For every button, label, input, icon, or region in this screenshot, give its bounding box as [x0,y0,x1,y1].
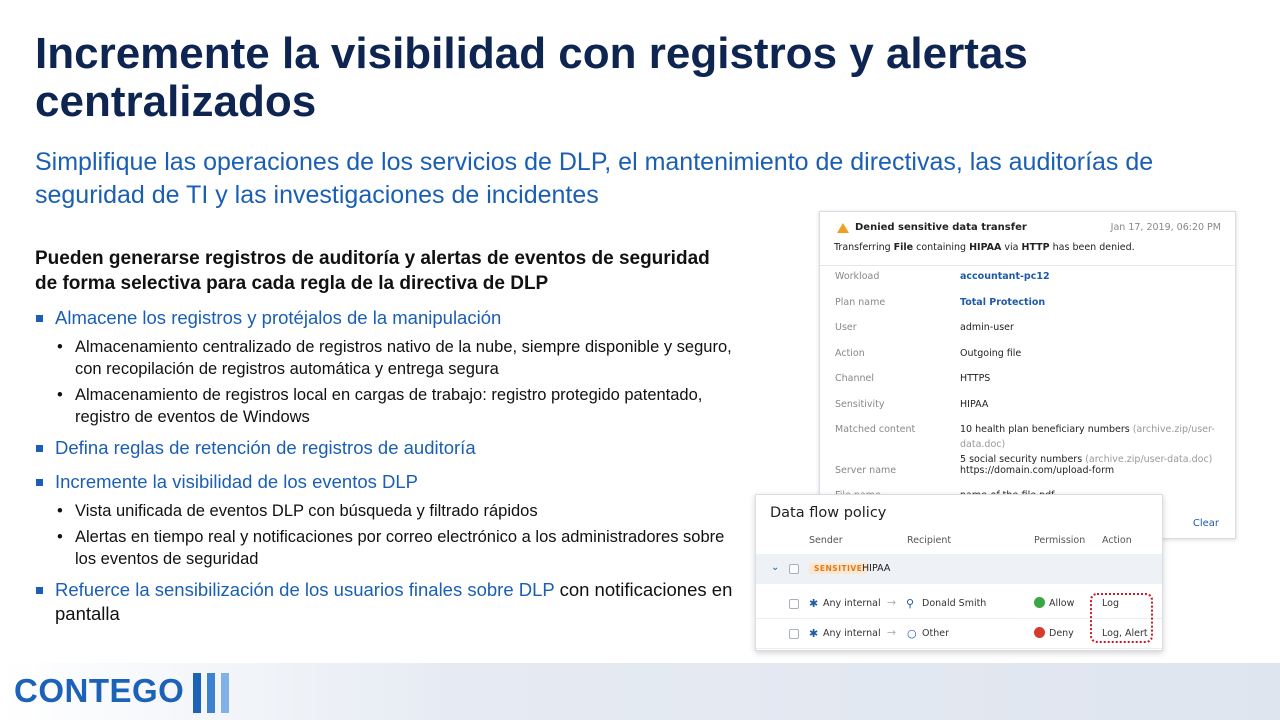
slide-subtitle: Simplifique las operaciones de los servi… [35,148,1154,209]
table-header: Sender Recipient Permission Action [756,531,1162,551]
allow-check-icon [1034,597,1045,608]
bullet-1-sub-2: • Almacenamiento de registros local en ca… [57,386,703,426]
chevron-down-icon[interactable]: ⌄ [771,562,779,573]
user-icon: ⚲ [906,597,915,610]
logo-bar-icon [193,673,201,713]
footer-band [0,663,1280,720]
logo-bar-icon [207,673,215,713]
bullet-3: Incremente la visibilidad de los eventos… [35,470,735,494]
row-checkbox[interactable] [789,564,799,574]
event-card-header: Denied sensitive data transfer Jan 17, 2… [820,212,1235,266]
asterisk-icon: ✱ [809,597,819,610]
arrow-right-icon: → [887,626,897,639]
field-label: Sensitivity [835,399,885,410]
field-label: User [835,322,857,333]
bullet-3-sub-2-text: Alertas en tiempo real y notificaciones … [75,528,725,568]
square-bullet-icon [36,479,43,486]
recipient-cell: Donald Smith [922,598,987,609]
bullet-3-sub-1: • Vista unificada de eventos DLP con búsq… [57,502,538,520]
group-name: HIPAA [862,563,891,574]
sender-cell: Any internal [823,598,881,609]
column-header-action: Action [1102,535,1132,546]
field-label: Action [835,348,865,359]
bullet-3-sub-1-text: Vista unificada de eventos DLP con búsqu… [75,502,538,520]
field-label: Workload [835,271,880,282]
field-value: admin-user [960,322,1014,333]
row-checkbox[interactable] [789,599,799,609]
deny-x-icon [1034,627,1045,638]
bullet-1: Almacene los registros y protéjalos de l… [35,306,735,330]
event-message: Transferring File containing HIPAA via H… [834,242,1135,253]
field-label: Plan name [835,297,886,308]
bullet-3-sub-2: • Alertas en tiempo real y notificaciones… [57,528,725,568]
field-value: Outgoing file [960,348,1022,359]
bullet-2-text: Defina reglas de retención de registros … [55,437,476,458]
recipient-cell: Other [922,628,949,639]
field-label: Channel [835,373,875,384]
lead-text: Pueden generarse registros de auditoría … [35,248,710,294]
slide-title: Incremente la visibilidad con registros … [35,29,1028,126]
panel-title: Data flow policy [770,505,887,521]
contego-logo: CONTEGO [14,672,185,709]
event-details-card: Denied sensitive data transfer Jan 17, 2… [819,211,1236,539]
column-header-recipient: Recipient [907,535,952,546]
event-date: Jan 17, 2019, 06:20 PM [1110,222,1221,233]
field-label: Matched content [835,424,916,435]
bullet-1-text: Almacene los registros y protéjalos de l… [55,307,502,328]
data-flow-policy-panel: Data flow policy Sender Recipient Permis… [755,494,1163,651]
bullet-4: Refuerce la sensibilización de los usuar… [35,578,735,626]
sensitive-badge: SENSITIVE [809,563,868,574]
circle-icon: ○ [907,627,917,640]
bullet-2: Defina reglas de retención de registros … [35,436,735,460]
bullet-list: Pueden generarse registros de auditoría … [35,246,735,632]
asterisk-icon: ✱ [809,627,819,640]
permission-cell: Allow [1049,598,1075,609]
plan-name-link[interactable]: Total Protection [960,295,1045,310]
bullet-1-sub-1: • Almacenamiento centralizado de registro… [57,338,732,378]
square-bullet-icon [36,315,43,322]
column-header-sender: Sender [809,535,843,546]
row-checkbox[interactable] [789,629,799,639]
field-value: HIPAA [960,399,989,410]
workload-link[interactable]: accountant-pc12 [960,269,1050,284]
clear-button[interactable]: Clear [1193,518,1219,529]
bullet-3-text: Incremente la visibilidad de los eventos… [55,471,418,492]
event-title: Denied sensitive data transfer [855,222,1027,233]
field-value: https://domain.com/upload-form [960,465,1115,476]
action-highlight-outline [1090,593,1153,643]
permission-cell: Deny [1049,628,1074,639]
square-bullet-icon [36,587,43,594]
warning-icon [837,223,849,233]
square-bullet-icon [36,445,43,452]
group-row-hipaa[interactable]: ⌄ SENSITIVE HIPAA [756,554,1162,584]
arrow-right-icon: → [887,596,897,609]
matched-content-value: 10 health plan beneficiary numbers (arch… [960,424,1215,465]
bullet-1-sub-1-text: Almacenamiento centralizado de registros… [75,338,732,378]
bullet-1-sub-2-text: Almacenamiento de registros local en car… [75,386,703,426]
sender-cell: Any internal [823,628,881,639]
logo-bar-icon [221,673,229,713]
field-label: Server name [835,465,897,476]
bullet-4-text: Refuerce la sensibilización de los usuar… [55,579,555,600]
column-header-permission: Permission [1034,535,1086,546]
field-value: HTTPS [960,373,991,384]
